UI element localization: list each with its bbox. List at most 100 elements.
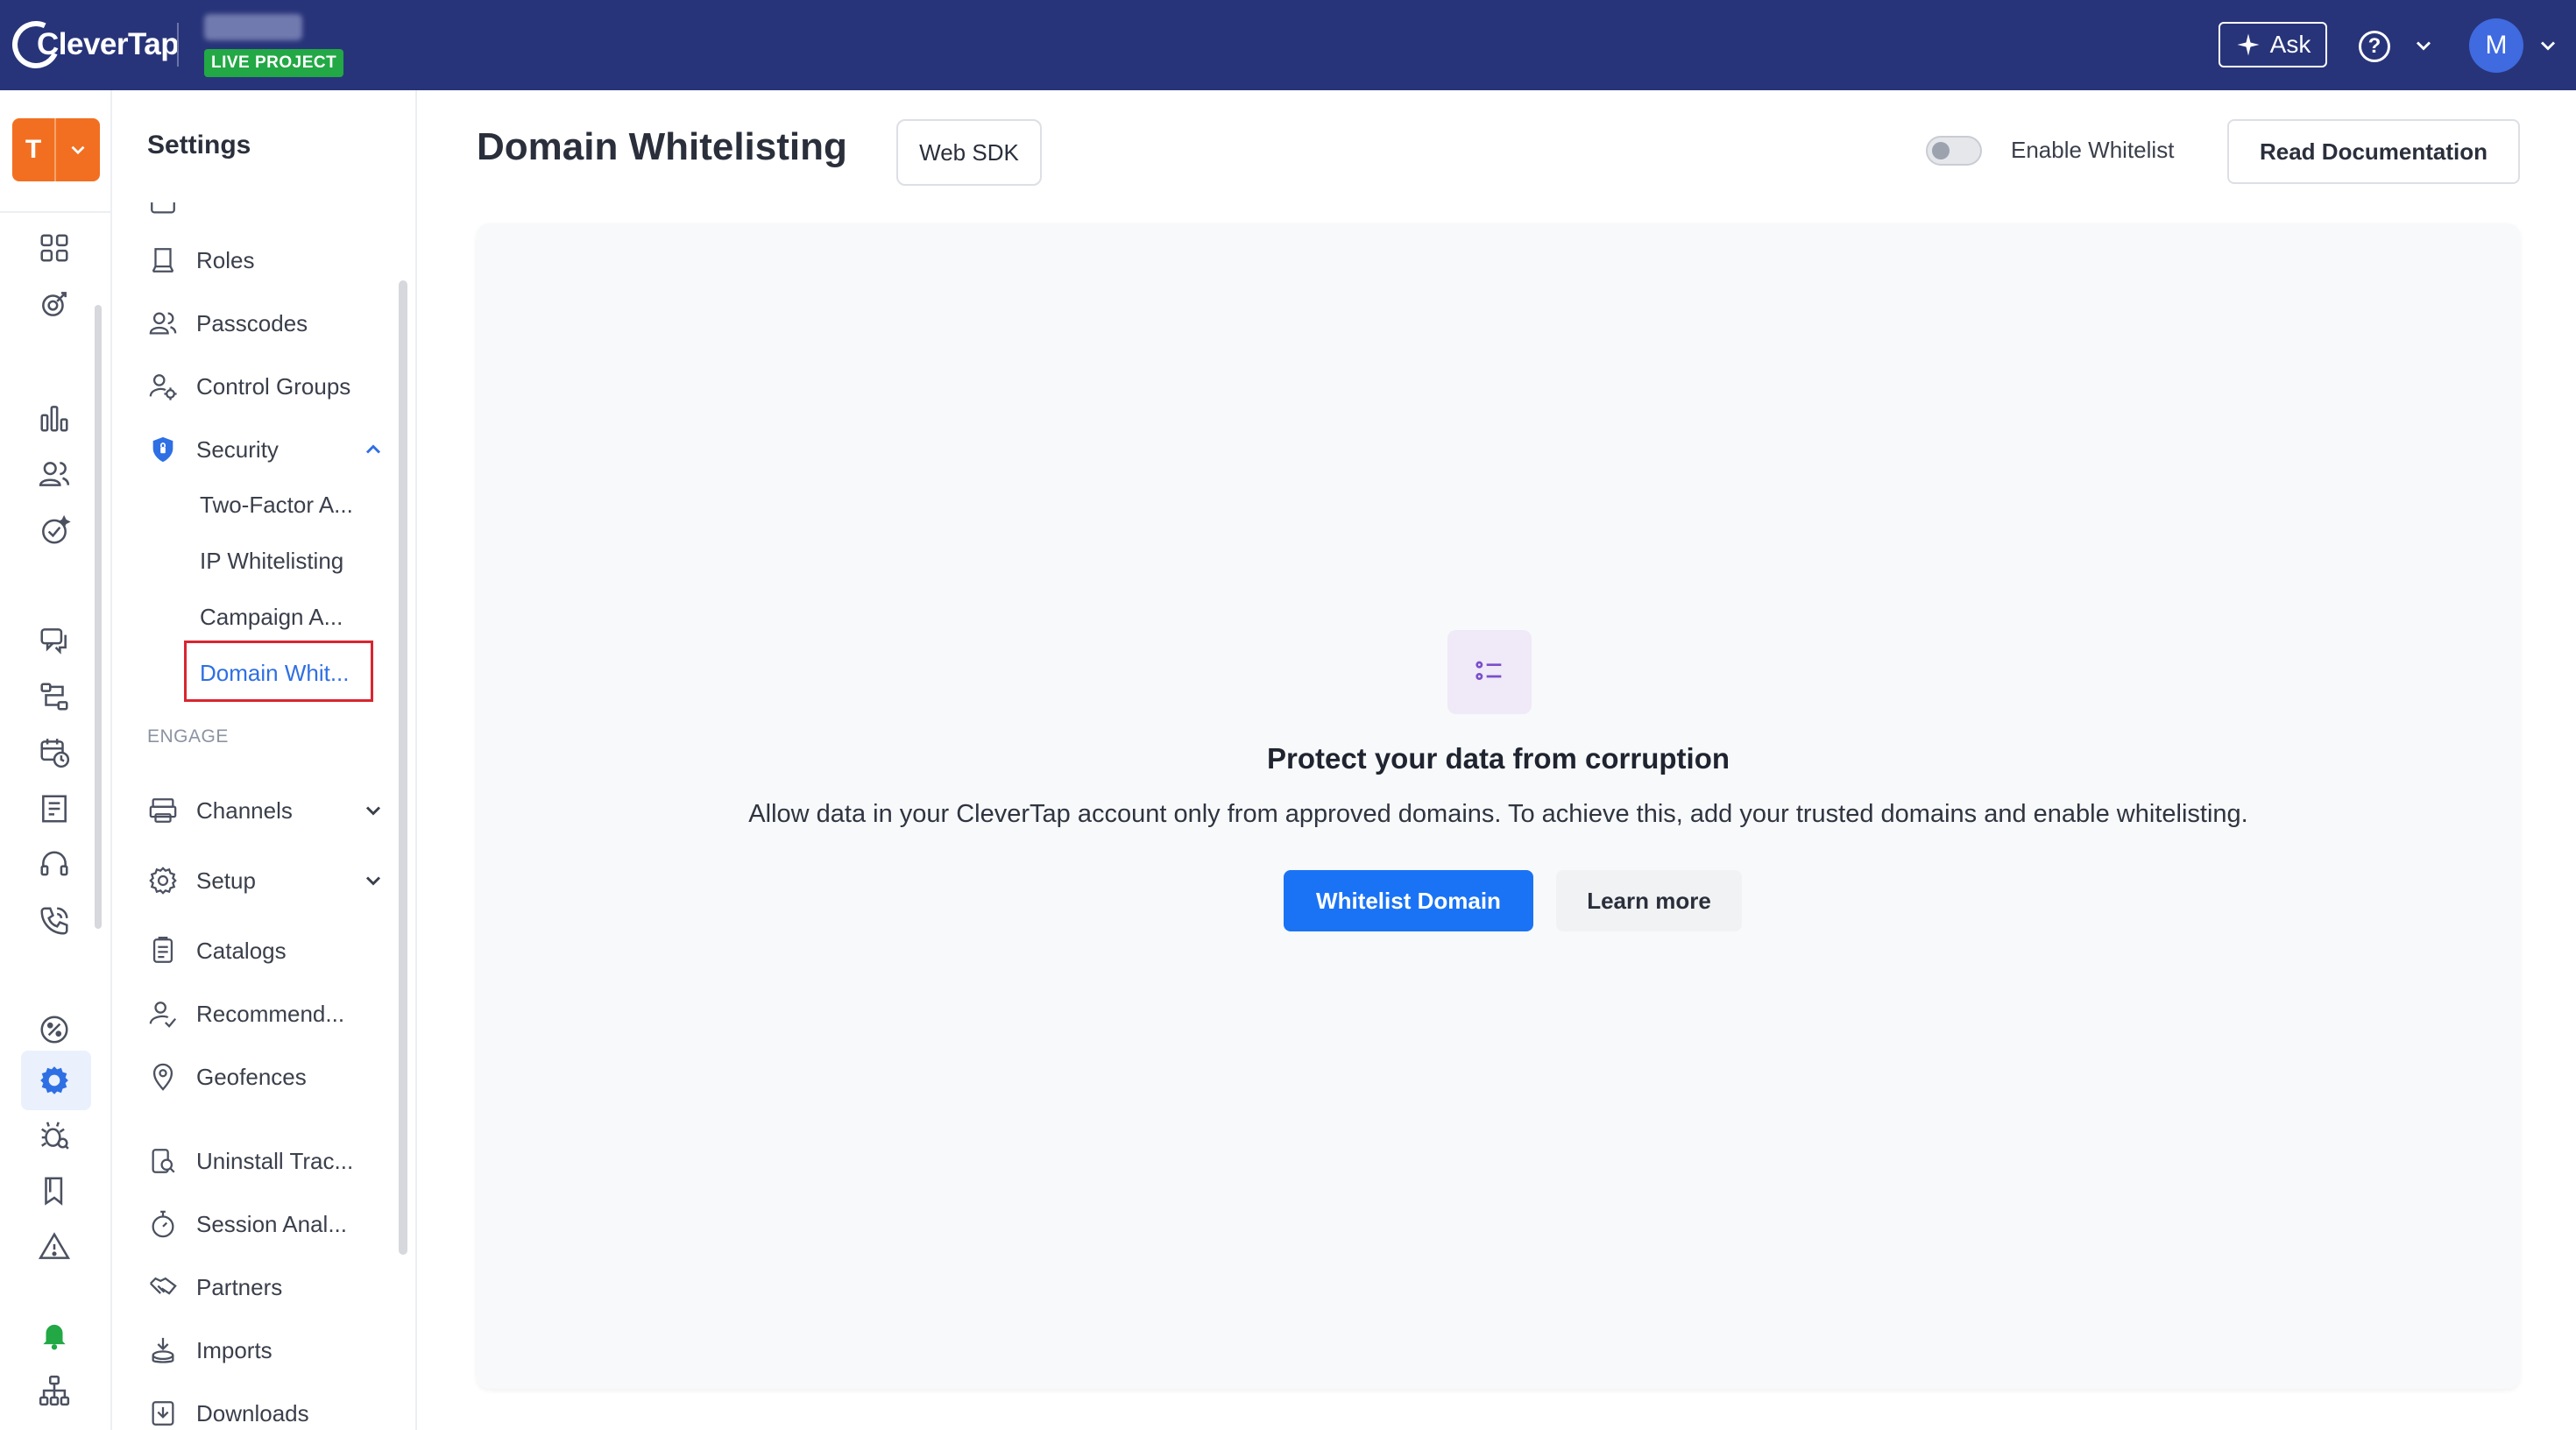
passcodes-users-icon: [149, 312, 177, 335]
tenant-initial: T: [12, 118, 56, 181]
help-chevron-down-icon[interactable]: [2411, 33, 2436, 58]
sidebar-item-session-analytics[interactable]: Session Anal...: [145, 1198, 391, 1250]
debug-bug-icon[interactable]: [35, 1115, 74, 1154]
sidebar-item-control-groups[interactable]: Control Groups: [145, 360, 391, 413]
channels-icon: [149, 798, 177, 823]
web-sdk-tag[interactable]: Web SDK: [896, 119, 1042, 186]
project-name-redacted[interactable]: [204, 14, 302, 40]
sidebar-item-channels[interactable]: Channels: [145, 784, 391, 837]
catalogs-icon: [152, 936, 173, 963]
rail-scrollbar[interactable]: [95, 305, 102, 929]
logo-mark-icon: [5, 14, 67, 75]
user-avatar[interactable]: M: [2469, 18, 2523, 73]
sidebar-item-security[interactable]: Security: [145, 423, 391, 476]
enable-whitelist-label: Enable Whitelist: [2011, 137, 2175, 163]
campaign-schedule-icon[interactable]: [35, 733, 74, 772]
live-project-badge: LIVE PROJECT: [204, 49, 344, 77]
dashboard-grid-icon[interactable]: [35, 229, 74, 267]
sidebar-title: Settings: [147, 131, 251, 159]
settings-sidebar: Settings Roles Passcodes Control Groups …: [114, 90, 417, 1430]
warning-icon[interactable]: [35, 1228, 74, 1266]
checklist-icon: [1447, 630, 1532, 714]
empty-state-card: Protect your data from corruption Allow …: [477, 223, 2520, 1389]
sidebar-item-roles[interactable]: Roles: [145, 234, 391, 287]
header-divider: [177, 23, 179, 67]
empty-state-title: Protect your data from corruption: [1266, 742, 1730, 775]
usage-icon[interactable]: [35, 1010, 74, 1049]
tenant-switcher[interactable]: T: [12, 118, 100, 181]
list-icon: [151, 202, 175, 214]
org-hierarchy-icon[interactable]: [35, 1371, 74, 1410]
sidebar-item-hidden[interactable]: [145, 202, 391, 229]
active-item-highlight-box: [184, 641, 373, 702]
sidebar-list: Roles Passcodes Control Groups Security …: [114, 202, 403, 1430]
sidebar-item-label: Catalogs: [196, 937, 287, 964]
ask-label: Ask: [2269, 31, 2311, 58]
chevron-up-icon[interactable]: [361, 437, 386, 462]
learn-more-button[interactable]: Learn more: [1556, 870, 1742, 931]
chevron-down-icon[interactable]: [361, 798, 386, 823]
sidebar-subitem-ip-whitelisting[interactable]: IP Whitelisting: [200, 548, 343, 575]
section-label-engage: ENGAGE: [147, 726, 229, 747]
analytics-bars-icon[interactable]: [35, 399, 74, 437]
toggle-knob: [1932, 142, 1950, 159]
settings-gear-icon[interactable]: [35, 1061, 74, 1100]
sidebar-item-partners[interactable]: Partners: [145, 1261, 391, 1313]
sidebar-item-label: Imports: [196, 1336, 272, 1363]
setup-gear-icon: [149, 867, 177, 895]
uninstall-tracking-icon: [152, 1149, 175, 1173]
control-groups-icon: [149, 374, 177, 400]
sidebar-item-setup[interactable]: Setup: [145, 854, 391, 907]
sidebar-item-label: Channels: [196, 796, 293, 824]
catalog-icon[interactable]: [35, 789, 74, 828]
sidebar-subitem-two-factor[interactable]: Two-Factor A...: [200, 492, 353, 519]
sidebar-item-label: Setup: [196, 867, 256, 894]
sidebar-item-passcodes[interactable]: Passcodes: [145, 297, 391, 350]
roles-icon: [152, 248, 174, 273]
sidebar-item-label: Downloads: [196, 1399, 309, 1426]
primary-nav-rail: T: [0, 90, 112, 1430]
empty-state-description: Allow data in your CleverTap account onl…: [748, 800, 2248, 828]
stopwatch-icon: [152, 1210, 174, 1238]
help-icon[interactable]: ?: [2359, 31, 2390, 62]
enable-whitelist-toggle[interactable]: [1926, 136, 1982, 166]
notification-bell-icon[interactable]: [35, 1315, 74, 1354]
sidebar-item-uninstall-tracking[interactable]: Uninstall Trac...: [145, 1135, 391, 1187]
main-content: Domain Whitelisting Web SDK Enable White…: [419, 90, 2576, 1430]
sidebar-item-label: Passcodes: [196, 309, 308, 336]
sidebar-item-label: Security: [196, 435, 279, 463]
profile-chevron-down-icon[interactable]: [2536, 33, 2560, 58]
sidebar-item-catalogs[interactable]: Catalogs: [145, 924, 391, 977]
support-headset-icon[interactable]: [35, 846, 74, 884]
sidebar-item-recommendations[interactable]: Recommend...: [145, 988, 391, 1040]
sidebar-item-label: Session Anal...: [196, 1210, 347, 1237]
sidebar-item-label: Partners: [196, 1273, 283, 1300]
ask-button[interactable]: Ask: [2219, 22, 2327, 67]
shield-icon: [152, 436, 173, 463]
downloads-icon: [152, 1401, 174, 1426]
bookmark-icon[interactable]: [35, 1172, 74, 1210]
location-pin-icon: [152, 1063, 173, 1091]
sparkle-icon: [2237, 33, 2260, 56]
messages-icon[interactable]: [35, 621, 74, 660]
sidebar-item-imports[interactable]: Imports: [145, 1324, 391, 1377]
recommendations-icon: [149, 1002, 177, 1028]
sidebar-item-downloads[interactable]: Downloads: [145, 1387, 391, 1430]
page-title: Domain Whitelisting: [477, 125, 847, 168]
journeys-icon[interactable]: [35, 677, 74, 716]
top-bar: CleverTap LIVE PROJECT Ask ? M: [0, 0, 2576, 90]
sidebar-item-label: Control Groups: [196, 372, 351, 400]
tenant-chevron-down-icon: [71, 145, 85, 155]
chevron-down-icon[interactable]: [361, 868, 386, 893]
read-documentation-button[interactable]: Read Documentation: [2227, 119, 2520, 184]
sidebar-item-label: Recommend...: [196, 1000, 345, 1027]
sidebar-item-label: Geofences: [196, 1063, 307, 1090]
insights-icon[interactable]: [35, 511, 74, 549]
call-icon[interactable]: [35, 902, 74, 940]
sidebar-subitem-campaign[interactable]: Campaign A...: [200, 604, 343, 631]
whitelist-domain-button[interactable]: Whitelist Domain: [1284, 870, 1533, 931]
segments-users-icon[interactable]: [35, 455, 74, 493]
sidebar-item-geofences[interactable]: Geofences: [145, 1051, 391, 1103]
clevertap-logo[interactable]: CleverTap: [5, 14, 180, 75]
target-icon[interactable]: [35, 285, 74, 323]
